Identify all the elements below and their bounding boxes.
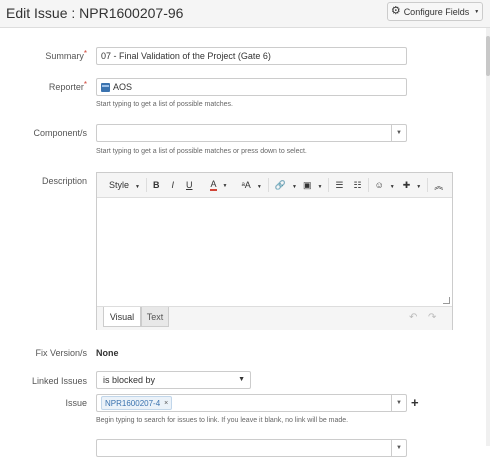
reporter-label: Reporter*: [48, 80, 87, 92]
style-dropdown[interactable]: Style ▼: [103, 180, 140, 190]
insert-more-icon[interactable]: ✚ ▼: [403, 180, 422, 191]
components-help: Start typing to get a list of possible m…: [96, 148, 307, 155]
issue-label: Issue: [65, 398, 87, 408]
dialog-header: Edit Issue : NPR1600207-96 ⚙ Configure F…: [0, 0, 490, 28]
collapse-toolbar-icon[interactable]: ︽: [434, 179, 443, 192]
next-field-dropdown-icon[interactable]: ▼: [391, 440, 406, 456]
editor-mode-tabs: Visual Text ↶ ↷: [97, 306, 452, 330]
user-avatar-icon: [101, 82, 110, 92]
description-editor[interactable]: Style ▼ B I U A ▼ ᵃA ▼ 🔗 ▼ ▣ ▼ ☰ ☷ ☺ ▼ ✚ ▼ ︽ Vi…: [96, 172, 453, 330]
emoticon-icon[interactable]: ☺ ▼: [375, 180, 395, 190]
issue-dropdown-icon[interactable]: ▼: [391, 395, 406, 411]
scrollbar[interactable]: [486, 28, 490, 446]
italic-button[interactable]: I: [171, 180, 174, 190]
issue-picker-input[interactable]: NPR1600207-4 × ▼: [96, 394, 407, 412]
link-type-select[interactable]: is blocked by ▼: [96, 371, 251, 389]
resize-grip-icon[interactable]: [443, 297, 450, 304]
issue-help: Begin typing to search for issues to lin…: [96, 417, 349, 424]
components-dropdown-icon[interactable]: ▼: [391, 125, 406, 141]
components-label: Component/s: [33, 128, 87, 138]
components-input[interactable]: ▼: [96, 124, 407, 142]
tab-text[interactable]: Text: [141, 307, 169, 327]
add-link-button[interactable]: +: [411, 395, 419, 410]
reporter-input[interactable]: AOS: [96, 78, 407, 96]
text-color-button[interactable]: A ▼: [204, 179, 227, 191]
link-icon[interactable]: 🔗 ▼: [275, 180, 297, 191]
configure-fields-button[interactable]: ⚙ Configure Fields ▼: [387, 2, 483, 21]
next-field-input[interactable]: ▼: [96, 439, 407, 457]
description-label: Description: [41, 176, 87, 186]
chevron-down-icon: ▼: [474, 8, 480, 15]
scrollbar-thumb[interactable]: [486, 36, 490, 76]
summary-input[interactable]: 07 - Final Validation of the Project (Ga…: [96, 47, 407, 65]
numbered-list-icon[interactable]: ☷: [353, 180, 361, 191]
underline-button[interactable]: U: [186, 180, 193, 190]
page-title: Edit Issue : NPR1600207-96: [6, 5, 184, 21]
summary-label: Summary*: [45, 49, 87, 61]
fix-versions-value: None: [96, 348, 119, 358]
description-textarea[interactable]: [97, 198, 452, 306]
linked-issues-label: Linked Issues: [31, 376, 87, 386]
remove-tag-icon[interactable]: ×: [164, 400, 168, 407]
bullet-list-icon[interactable]: ☰: [335, 180, 343, 191]
attachment-icon[interactable]: ▣ ▼: [303, 180, 322, 191]
redo-icon[interactable]: ↷: [428, 312, 436, 323]
tab-visual[interactable]: Visual: [103, 307, 141, 327]
chevron-down-icon: ▼: [238, 376, 245, 383]
reporter-help: Start typing to get a list of possible m…: [96, 101, 233, 108]
undo-icon[interactable]: ↶: [409, 312, 417, 323]
gear-icon: ⚙: [390, 5, 401, 17]
text-size-button[interactable]: ᵃA ▼: [235, 180, 261, 190]
configure-fields-label: Configure Fields: [403, 6, 470, 17]
bold-button[interactable]: B: [153, 180, 160, 190]
fix-versions-label: Fix Version/s: [35, 348, 87, 358]
editor-toolbar: Style ▼ B I U A ▼ ᵃA ▼ 🔗 ▼ ▣ ▼ ☰ ☷ ☺ ▼ ✚ ▼ ︽: [97, 173, 452, 198]
issue-tag[interactable]: NPR1600207-4 ×: [101, 396, 173, 410]
